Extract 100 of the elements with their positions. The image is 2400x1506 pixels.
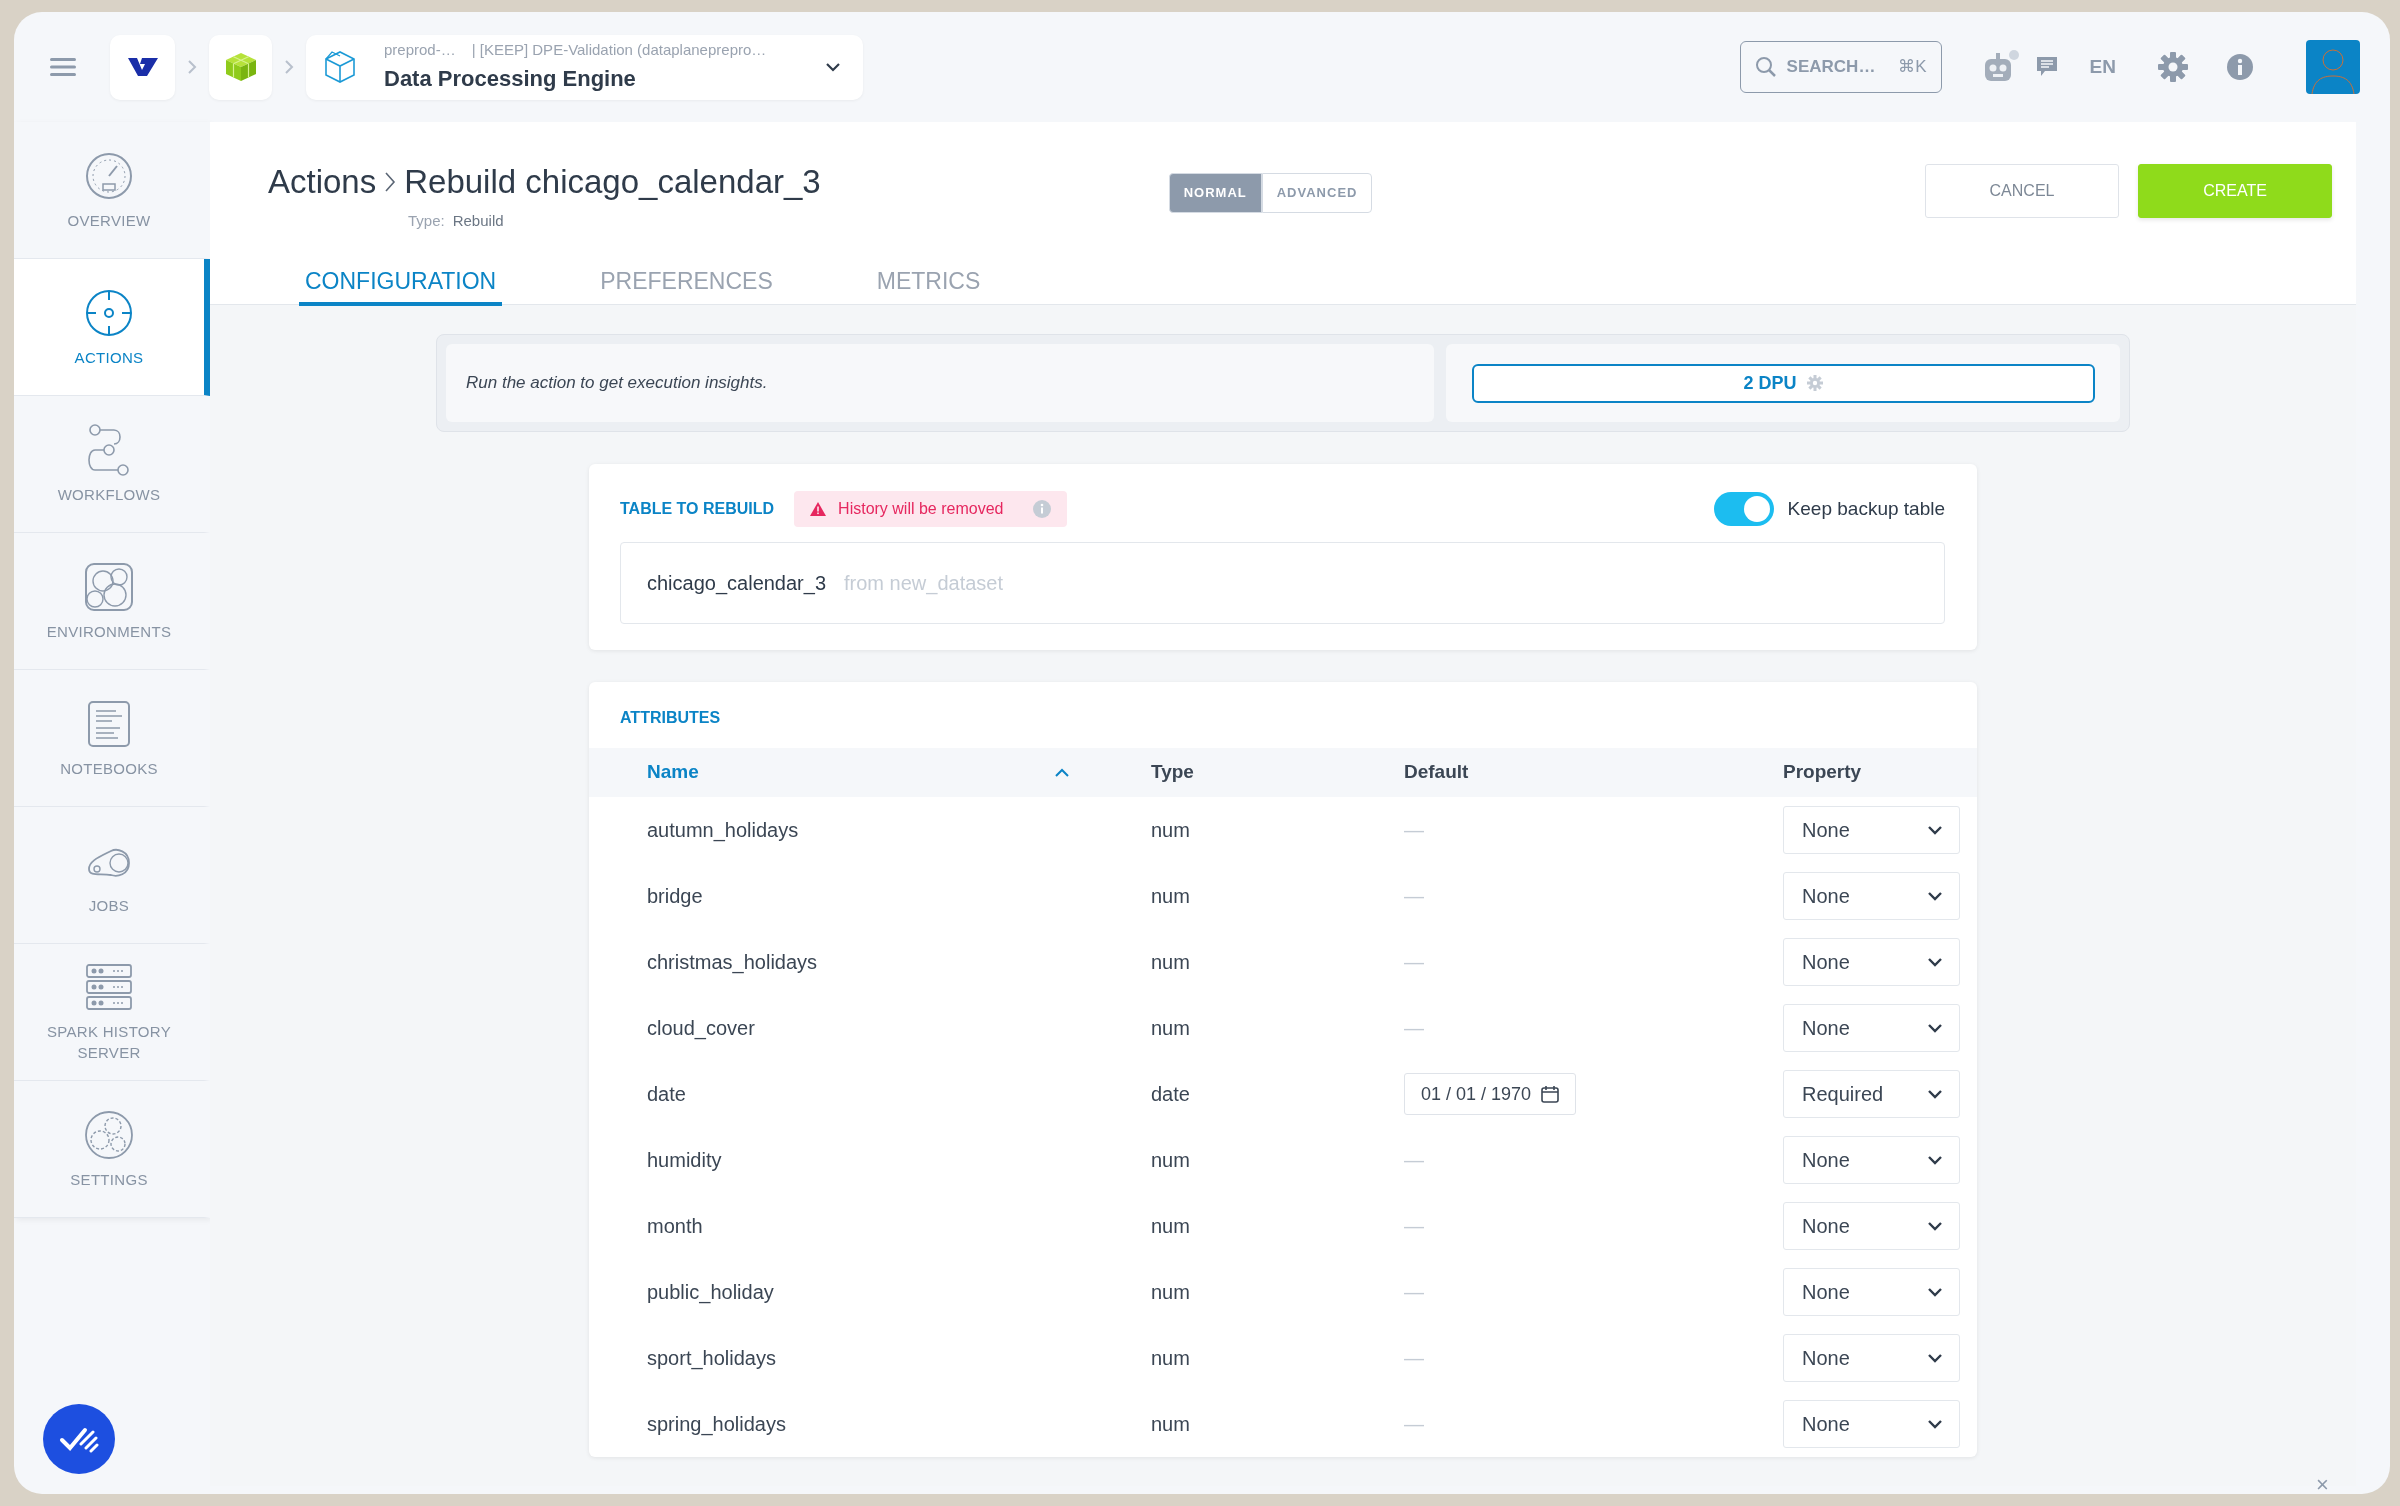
attribute-type: num (1151, 1215, 1190, 1237)
toggle-label: Keep backup table (1787, 496, 1945, 521)
attribute-type: num (1151, 1281, 1190, 1303)
column-header[interactable]: Name (647, 758, 699, 787)
type-label: Type: (408, 211, 445, 232)
insights-message: Run the action to get execution insights. (466, 372, 768, 395)
attribute-name: humidity (647, 1148, 722, 1173)
gear-icon (1806, 375, 1823, 391)
attribute-type: num (1151, 1017, 1190, 1039)
cancel-button[interactable]: CANCEL (1925, 164, 2119, 218)
close-button[interactable]: × (2316, 1474, 2329, 1496)
property-dropdown[interactable]: None (1783, 872, 1960, 920)
shortcut-hint: ⌘K (1898, 56, 1927, 79)
table-name: chicago_calendar_3 (647, 571, 827, 597)
tab[interactable]: CONFIGURATION (299, 262, 503, 306)
chevron-down-icon (1927, 1155, 1943, 1165)
search-icon (1754, 56, 1777, 78)
type-value: Rebuild (452, 211, 504, 232)
attribute-name: date (647, 1082, 686, 1107)
tab[interactable]: METRICS (870, 262, 987, 306)
property-dropdown[interactable]: None (1783, 1136, 1960, 1184)
property-dropdown[interactable]: None (1783, 806, 1960, 854)
attribute-name: bridge (647, 884, 703, 909)
chevron-down-icon (1927, 1353, 1943, 1363)
attribute-name: christmas_holidays (647, 950, 818, 976)
empty-value: — (1404, 1017, 1424, 1039)
toggle-switch[interactable] (1713, 492, 1774, 526)
breadcrumb-chevron-icon (384, 171, 397, 194)
chevron-down-icon (1927, 1419, 1943, 1429)
property-dropdown[interactable]: None (1783, 1334, 1960, 1382)
empty-value: — (1404, 951, 1424, 973)
service-selector[interactable]: preprod-… | [KEEP] DPE-Validation (dataplanepreprо… Data Processing Engine (306, 34, 863, 100)
breadcrumb-subtitle: preprod-… (384, 40, 456, 61)
attribute-name: public_holiday (647, 1280, 774, 1306)
section-title: TABLE TO REBUILD (620, 499, 775, 519)
cubes-icon[interactable] (223, 51, 258, 83)
chevron-down-icon (1927, 957, 1943, 967)
attribute-type: num (1151, 1149, 1190, 1171)
chevron-down-icon (1927, 1221, 1943, 1231)
bubbles-icon (83, 560, 135, 613)
cubes-icon (225, 53, 256, 81)
mode-toggle[interactable]: ADVANCED (1261, 173, 1373, 213)
column-header[interactable]: Property (1783, 761, 1862, 783)
column-header[interactable]: Default (1404, 761, 1469, 783)
empty-value: — (1404, 1215, 1424, 1237)
breadcrumb-title: Data Processing Engine (384, 64, 637, 93)
attribute-type: num (1151, 885, 1190, 907)
chevron-down-icon (1927, 891, 1943, 901)
empty-value: — (1404, 1347, 1424, 1369)
calendar-icon[interactable] (1541, 1085, 1560, 1103)
column-header[interactable]: Type (1151, 761, 1194, 783)
property-dropdown[interactable]: Required (1783, 1070, 1960, 1118)
chat-icon[interactable] (2035, 56, 2058, 78)
attribute-type: num (1151, 819, 1190, 841)
attribute-type: num (1151, 1413, 1190, 1435)
search-field[interactable]: SEARCH… ⌘K (1739, 41, 1942, 93)
attribute-type: num (1151, 1347, 1190, 1369)
date-field[interactable]: 01 / 01 / 1970 (1404, 1073, 1577, 1115)
language-selector[interactable]: EN (2089, 52, 2116, 82)
chevron-down-icon (825, 62, 841, 72)
sidebar-item[interactable]: ACTIONS (14, 259, 210, 396)
property-dropdown[interactable]: None (1783, 938, 1960, 986)
gears-icon (83, 1108, 135, 1161)
attribute-name: cloud_cover (647, 1016, 755, 1042)
breadcrumb-link[interactable]: Actions (268, 164, 377, 201)
table-field[interactable]: chicago_calendar_3 from new_dataset (620, 542, 1945, 624)
empty-value: — (1404, 819, 1424, 841)
property-dropdown[interactable]: None (1783, 1004, 1960, 1052)
attribute-type: date (1151, 1083, 1190, 1105)
attribute-name: sport_holidays (647, 1346, 776, 1372)
chevron-down-icon (1927, 1023, 1943, 1033)
box-icon (322, 49, 358, 85)
info-icon[interactable] (1033, 500, 1052, 518)
property-dropdown[interactable]: None (1783, 1202, 1960, 1250)
dpu-button[interactable]: 2 DPU (1471, 363, 2095, 403)
search-placeholder: SEARCH… (1786, 56, 1876, 79)
warning-text: History will be removed (838, 499, 1004, 519)
chevron-down-icon (1927, 825, 1943, 835)
attribute-name: autumn_holidays (647, 818, 799, 844)
property-dropdown[interactable]: None (1783, 1268, 1960, 1316)
server-icon (83, 961, 135, 1013)
attribute-name: spring_holidays (647, 1412, 786, 1438)
empty-value: — (1404, 1149, 1424, 1171)
menu-icon[interactable] (50, 58, 76, 76)
info-icon[interactable] (2226, 53, 2254, 81)
breadcrumb-subtitle: | [KEEP] DPE-Validation (dataplanepreprо… (471, 40, 767, 61)
empty-value: — (1404, 885, 1424, 907)
chevron-down-icon (1927, 1287, 1943, 1297)
table-source: from new_dataset (844, 571, 1003, 597)
chevron-icon (187, 59, 197, 75)
empty-value: — (1404, 1281, 1424, 1303)
tab[interactable]: PREFERENCES (594, 262, 779, 306)
attribute-name: month (647, 1214, 703, 1239)
chevron-down-icon (1927, 1089, 1943, 1099)
page-title: Rebuild chicago_calendar_3 (404, 164, 821, 201)
section-title: ATTRIBUTES (620, 709, 721, 726)
sort-ascending-icon[interactable] (1054, 767, 1070, 778)
attribute-type: num (1151, 951, 1190, 973)
property-dropdown[interactable]: None (1783, 1400, 1960, 1448)
mode-toggle[interactable]: NORMAL (1168, 173, 1262, 213)
